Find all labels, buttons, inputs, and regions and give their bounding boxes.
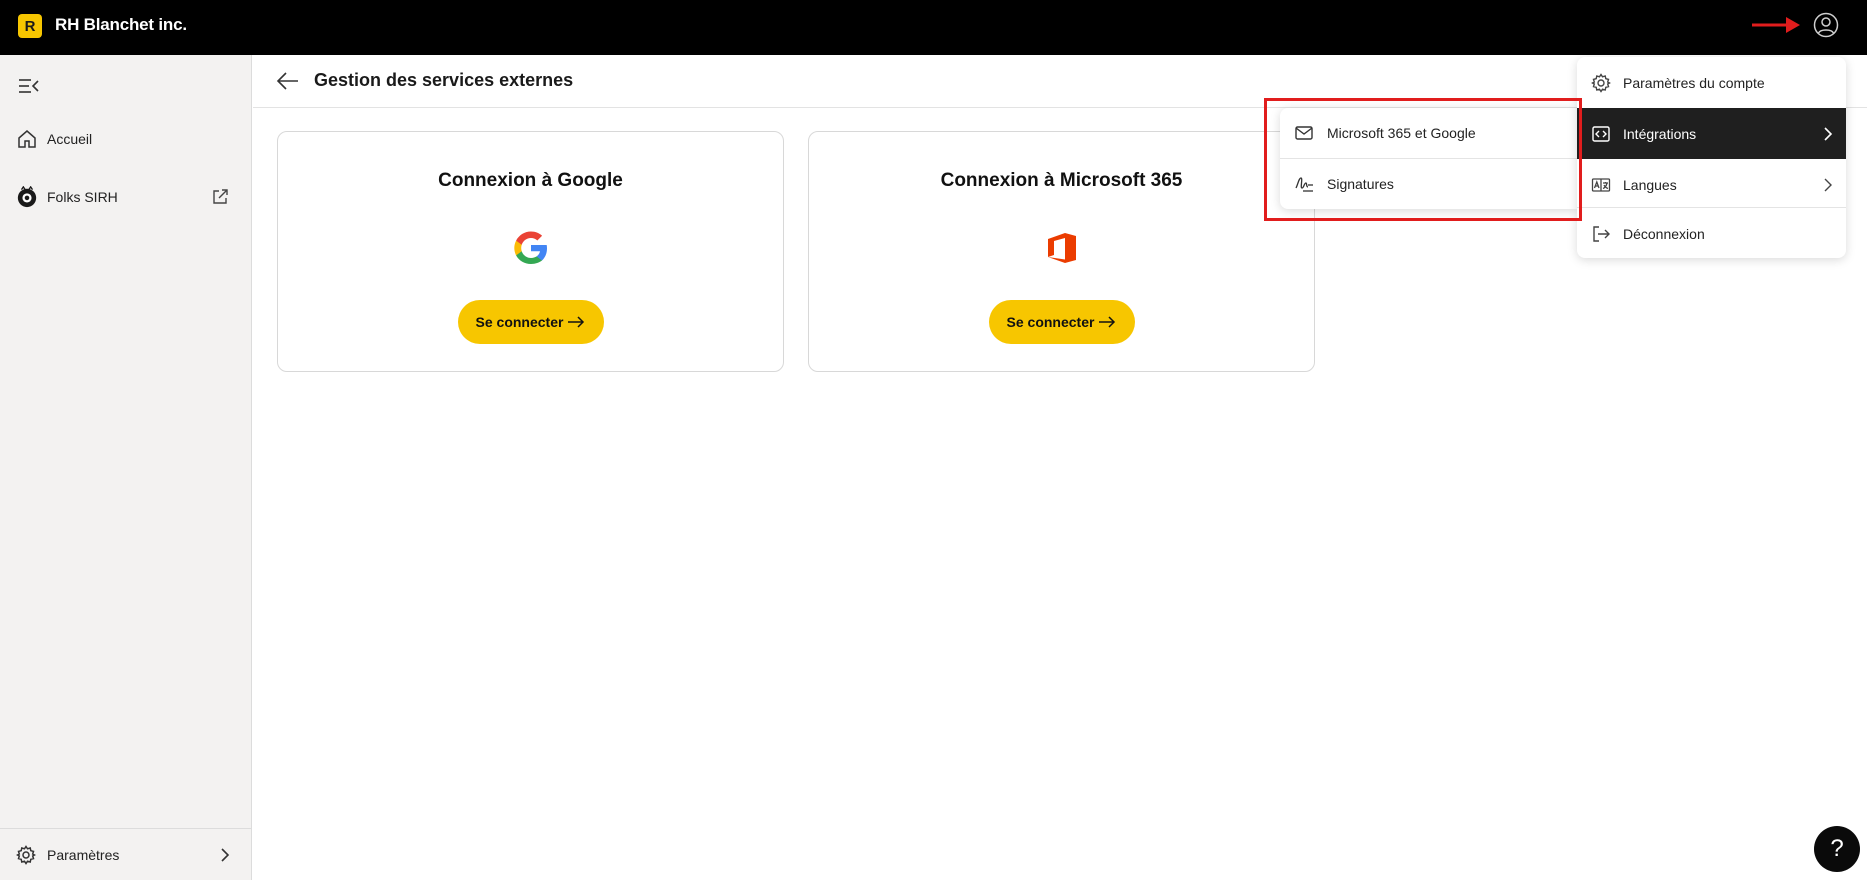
signature-icon <box>1295 177 1313 192</box>
submenu-item-microsoft-google[interactable]: Microsoft 365 et Google <box>1280 108 1577 158</box>
gear-icon <box>16 844 36 865</box>
account-menu: Paramètres du compte Intégrations Langue… <box>1577 57 1846 258</box>
mail-icon <box>1295 126 1313 140</box>
gear-icon <box>1591 72 1611 93</box>
button-label: Se connecter <box>1006 314 1095 330</box>
menu-item-label: Paramètres du compte <box>1623 74 1765 91</box>
menu-item-label: Intégrations <box>1623 125 1697 142</box>
menu-item-languages[interactable]: Langues <box>1577 159 1846 210</box>
arrow-right-icon <box>1099 316 1116 328</box>
integrations-submenu: Microsoft 365 et Google Signatures <box>1280 108 1577 209</box>
sidebar-item-label: Folks SIRH <box>47 189 118 205</box>
google-logo-icon <box>513 231 547 264</box>
google-connect-button[interactable]: Se connecter <box>457 300 604 344</box>
menu-item-logout[interactable]: Déconnexion <box>1577 208 1846 258</box>
office-logo-icon <box>1047 233 1076 263</box>
microsoft-connect-button[interactable]: Se connecter <box>988 300 1135 344</box>
menu-item-account-settings[interactable]: Paramètres du compte <box>1577 57 1846 108</box>
brand-badge[interactable]: R <box>18 14 42 38</box>
chevron-right-icon <box>221 847 230 862</box>
code-icon <box>1592 125 1610 142</box>
menu-item-label: Déconnexion <box>1623 225 1705 242</box>
arrow-right-icon <box>568 316 585 328</box>
page-title: Gestion des services externes <box>314 70 574 90</box>
sidebar: Accueil Folks SIRH Paramètres <box>0 55 252 880</box>
sidebar-item-parametres[interactable]: Paramètres <box>0 828 252 880</box>
button-label: Se connecter <box>475 314 564 330</box>
menu-item-integrations[interactable]: Intégrations <box>1577 108 1846 159</box>
chevron-right-icon <box>1824 178 1832 191</box>
language-icon <box>1591 177 1611 192</box>
submenu-item-signatures[interactable]: Signatures <box>1280 159 1577 209</box>
sidebar-item-folks-sirh[interactable]: Folks SIRH <box>0 177 252 217</box>
submenu-item-label: Signatures <box>1327 176 1394 192</box>
submenu-item-label: Microsoft 365 et Google <box>1327 125 1476 141</box>
annotation-arrow-icon <box>1752 17 1800 33</box>
google-connection-card: Connexion à Google Se connecter <box>277 131 784 372</box>
logout-icon <box>1593 225 1610 242</box>
home-icon <box>18 130 36 148</box>
sidebar-item-label: Accueil <box>47 131 93 147</box>
microsoft-connection-card: Connexion à Microsoft 365 Se connecter <box>808 131 1315 372</box>
brand-name[interactable]: RH Blanchet inc. <box>55 15 187 35</box>
card-title: Connexion à Microsoft 365 <box>940 170 1183 191</box>
help-button[interactable]: ? <box>1814 826 1860 872</box>
back-arrow-icon[interactable] <box>276 70 300 92</box>
card-title: Connexion à Google <box>438 170 623 191</box>
collapse-menu-icon[interactable] <box>18 77 40 95</box>
menu-item-label: Langues <box>1623 176 1677 193</box>
chevron-right-icon <box>1824 126 1833 141</box>
folks-logo-icon <box>17 186 37 208</box>
sidebar-item-accueil[interactable]: Accueil <box>0 119 252 159</box>
sidebar-item-label: Paramètres <box>47 846 120 863</box>
external-link-icon[interactable] <box>211 188 229 206</box>
top-bar: R RH Blanchet inc. <box>0 0 1867 55</box>
user-circle-icon[interactable] <box>1813 12 1839 38</box>
